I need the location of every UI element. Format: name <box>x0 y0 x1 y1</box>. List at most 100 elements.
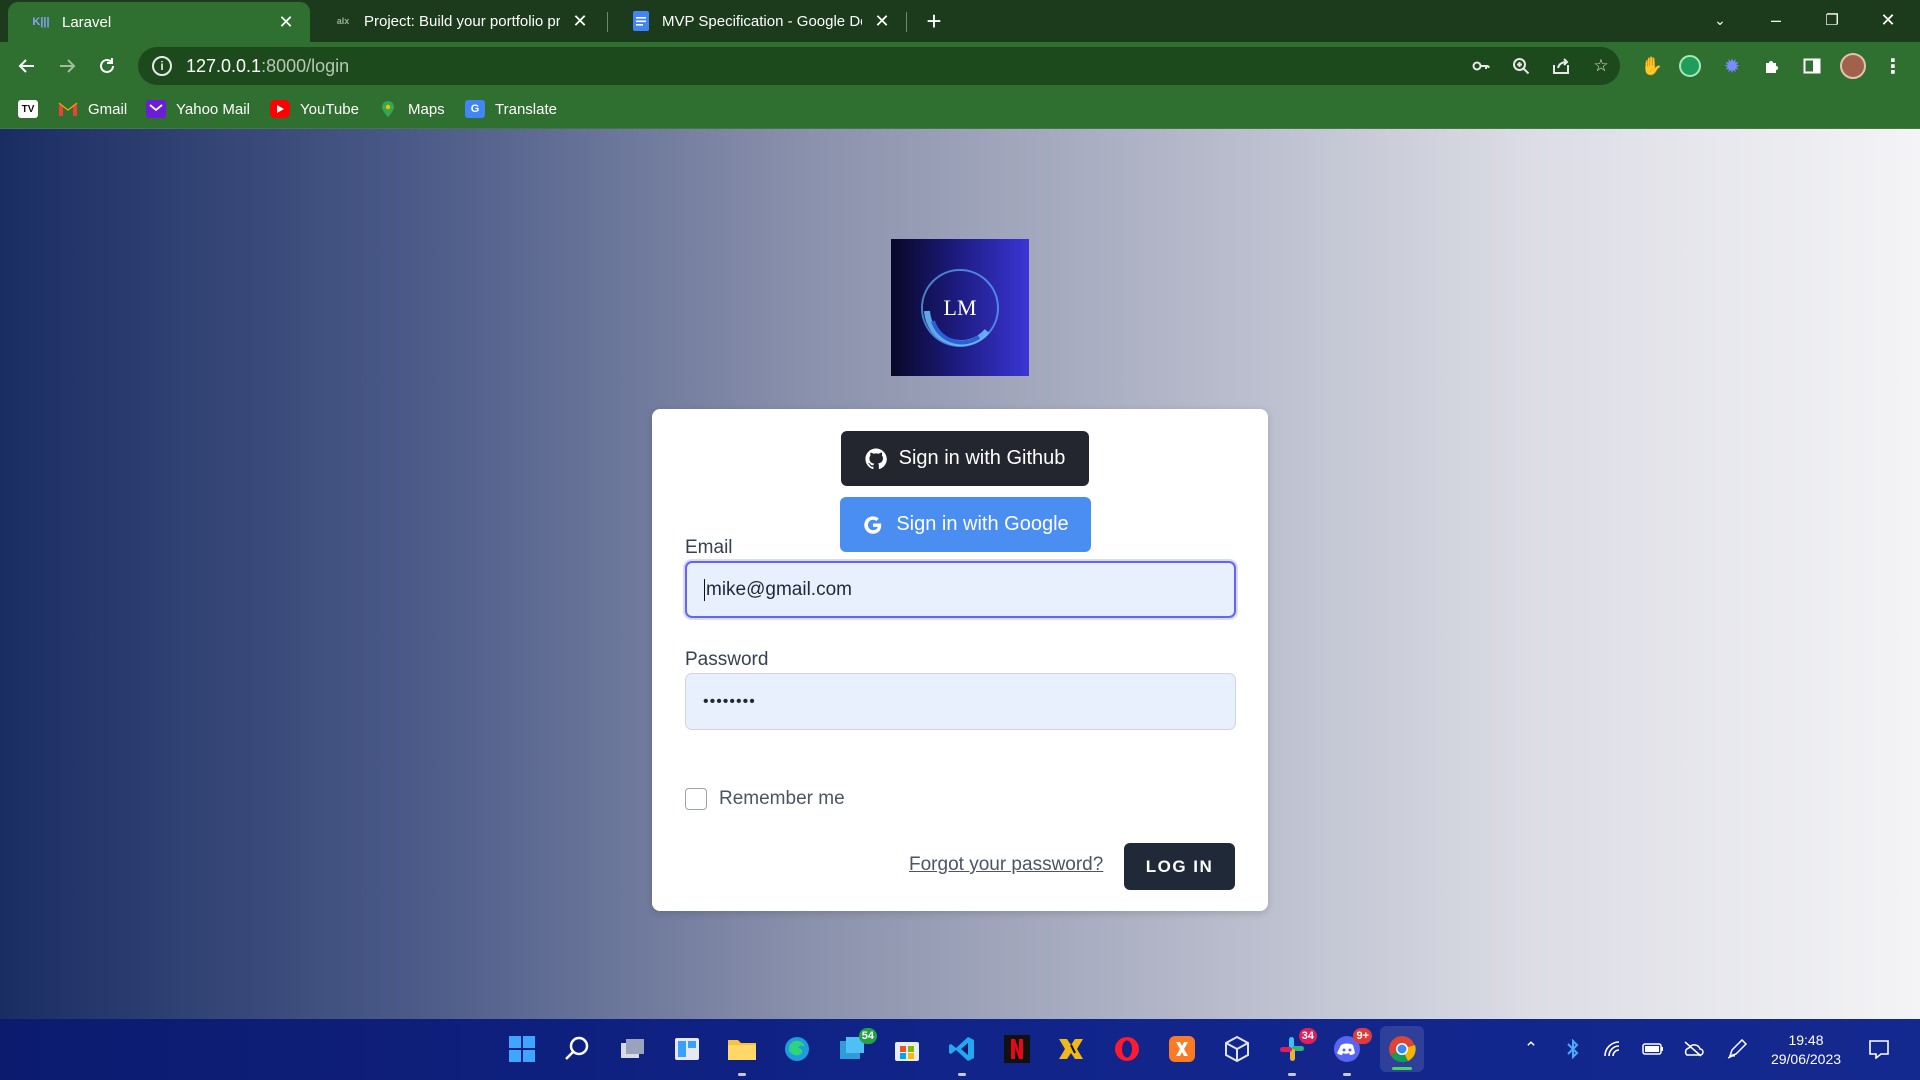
battery-icon[interactable] <box>1641 1037 1665 1061</box>
back-button[interactable] <box>11 50 43 82</box>
virtualbox-icon[interactable] <box>1220 1032 1254 1066</box>
extensions-puzzle-icon[interactable] <box>1759 53 1785 79</box>
extension-hand-icon[interactable]: ✋ <box>1639 53 1665 79</box>
bluetooth-icon[interactable] <box>1561 1037 1585 1061</box>
edge-icon[interactable] <box>780 1032 814 1066</box>
tab-project[interactable]: alx Project: Build your portfolio proje … <box>310 0 604 42</box>
opera-icon[interactable] <box>1110 1032 1144 1066</box>
extension-grammarly-icon[interactable] <box>1679 55 1701 77</box>
login-page: LM Sign in with Github Sign in with Goog… <box>0 129 1920 1019</box>
github-icon <box>865 447 887 470</box>
email-input[interactable]: mike@gmail.com <box>685 561 1236 618</box>
windows-taskbar: 54 34 9+ ⌃ 19:48 29/06/2023 <box>0 1019 1920 1080</box>
google-docs-icon <box>632 11 650 31</box>
zoom-icon[interactable] <box>1510 55 1532 77</box>
gmail-icon <box>58 100 78 118</box>
login-button[interactable]: LOG IN <box>1124 843 1235 890</box>
tab-search-icon[interactable]: ⌄ <box>1692 0 1748 40</box>
bookmark-youtube[interactable]: YouTube <box>270 97 359 121</box>
discord-icon[interactable]: 9+ <box>1330 1028 1372 1076</box>
extension-gear-icon[interactable]: ✹ <box>1719 53 1745 79</box>
onedrive-offline-icon[interactable] <box>1681 1037 1705 1061</box>
microsoft-store-icon[interactable] <box>890 1032 924 1066</box>
forgot-password-link[interactable]: Forgot your password? <box>909 854 1103 876</box>
clock-time: 19:48 <box>1788 1032 1824 1048</box>
file-explorer-icon[interactable] <box>725 1032 759 1076</box>
running-indicator <box>1343 1073 1351 1076</box>
close-icon[interactable]: ✕ <box>276 12 296 32</box>
address-bar[interactable]: i 127.0.0.1:8000/login ☆ <box>138 47 1620 85</box>
bookmark-star-icon[interactable]: ☆ <box>1590 55 1612 77</box>
search-icon[interactable] <box>560 1032 594 1066</box>
reload-button[interactable] <box>91 50 123 82</box>
remember-me-label[interactable]: Remember me <box>719 788 845 810</box>
bookmark-label: Translate <box>495 100 557 118</box>
sketch-app-icon[interactable] <box>1055 1032 1089 1066</box>
maps-icon <box>378 100 398 118</box>
translate-icon: G <box>465 100 485 118</box>
tab-strip: K||| Laravel ✕ alx Project: Build your p… <box>0 0 1920 42</box>
site-info-icon[interactable]: i <box>152 56 172 76</box>
close-icon[interactable]: ✕ <box>570 11 590 31</box>
bookmark-label: Maps <box>408 100 445 118</box>
tab-separator <box>906 12 907 32</box>
app-logo: LM <box>891 239 1029 376</box>
vscode-icon[interactable] <box>945 1032 979 1076</box>
lm-monogram-logo: LM <box>921 268 999 347</box>
task-view-icon[interactable] <box>615 1032 649 1066</box>
password-value: •••••••• <box>703 692 756 710</box>
profile-avatar[interactable] <box>1840 53 1866 79</box>
forward-button[interactable] <box>51 50 83 82</box>
close-window-button[interactable]: ✕ <box>1860 0 1916 40</box>
widgets-icon[interactable] <box>670 1032 704 1066</box>
url-path: :8000/login <box>261 55 350 76</box>
tab-laravel[interactable]: K||| Laravel ✕ <box>8 2 310 42</box>
alx-icon: alx <box>336 16 350 26</box>
bookmark-tradingview[interactable]: TV <box>18 97 48 121</box>
minimize-button[interactable]: – <box>1748 0 1804 40</box>
remember-me-checkbox[interactable] <box>685 788 707 810</box>
email-value: mike@gmail.com <box>706 578 852 600</box>
tab-title: Laravel <box>62 13 112 31</box>
system-clock[interactable]: 19:48 29/06/2023 <box>1766 1031 1846 1069</box>
email-label: Email <box>685 537 733 558</box>
key-icon[interactable] <box>1470 55 1492 77</box>
menu-kebab-icon[interactable]: ⋮ <box>1880 53 1906 79</box>
slack-icon[interactable]: 34 <box>1275 1028 1317 1076</box>
side-panel-icon[interactable] <box>1799 53 1825 79</box>
yahoo-mail-icon <box>146 100 166 118</box>
google-signin-button[interactable]: Sign in with Google <box>840 497 1091 552</box>
chrome-icon[interactable] <box>1380 1026 1424 1072</box>
share-icon[interactable] <box>1550 55 1572 77</box>
bookmarks-bar: TV Gmail Yahoo Mail YouTube Maps G Trans… <box>0 89 1920 129</box>
bookmark-translate[interactable]: G Translate <box>465 97 557 121</box>
new-tab-button[interactable]: + <box>920 8 948 36</box>
clock-date: 29/06/2023 <box>1770 1051 1842 1067</box>
restore-button[interactable]: ❐ <box>1804 0 1860 40</box>
pen-icon[interactable] <box>1725 1037 1749 1061</box>
tab-title: Project: Build your portfolio proje <box>364 12 560 30</box>
tradingview-icon: TV <box>18 100 38 118</box>
close-icon[interactable]: ✕ <box>872 11 892 31</box>
password-input[interactable]: •••••••• <box>685 673 1236 730</box>
bookmark-gmail[interactable]: Gmail <box>58 97 127 121</box>
bookmark-maps[interactable]: Maps <box>378 97 445 121</box>
bookmark-yahoo-mail[interactable]: Yahoo Mail <box>146 97 250 121</box>
bookmark-label: Yahoo Mail <box>176 100 250 118</box>
wifi-icon[interactable] <box>1601 1037 1625 1061</box>
netflix-icon[interactable] <box>1000 1032 1034 1066</box>
tab-google-docs[interactable]: MVP Specification - Google Docs ✕ <box>608 0 906 42</box>
start-windows-icon[interactable] <box>505 1032 539 1066</box>
svg-text:LM: LM <box>944 295 977 320</box>
url-text: 127.0.0.1:8000/login <box>186 56 349 77</box>
remember-me-row[interactable]: Remember me <box>685 788 845 810</box>
tab-title: MVP Specification - Google Docs <box>662 12 862 30</box>
browser-toolbar: i 127.0.0.1:8000/login ☆ ✋ ✹ ⋮ <box>0 42 1920 89</box>
github-signin-button[interactable]: Sign in with Github <box>841 431 1089 486</box>
xampp-icon[interactable] <box>1165 1032 1199 1066</box>
notifications-icon[interactable] <box>1867 1037 1891 1061</box>
running-indicator <box>958 1073 966 1076</box>
notification-badge: 54 <box>858 1028 877 1044</box>
chevron-up-icon[interactable]: ⌃ <box>1519 1037 1543 1061</box>
whatsapp-icon[interactable]: 54 <box>835 1028 877 1066</box>
